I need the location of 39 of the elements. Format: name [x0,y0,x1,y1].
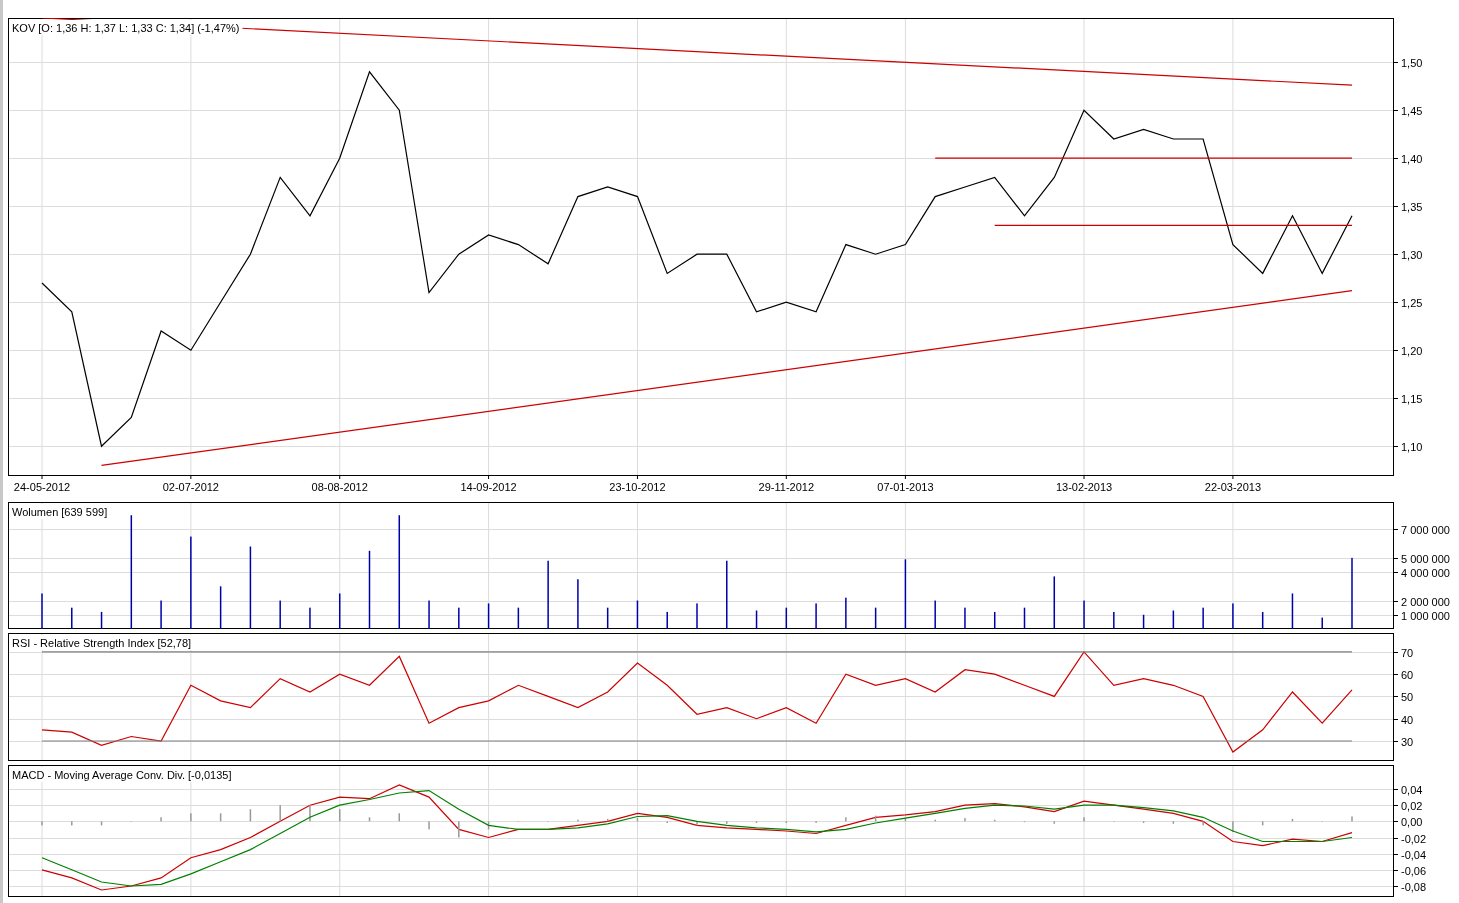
axis-label: 1,10 [1401,440,1423,453]
axis-label: 7 000 000 [1401,523,1450,536]
date-label: 08-08-2012 [311,481,368,493]
date-label: 24-05-2012 [13,481,71,493]
axis-label: 1,30 [1401,248,1423,261]
axis-label: 1,25 [1401,296,1423,309]
axis-label: -0,06 [1401,864,1427,877]
axis-label: 0,04 [1401,783,1423,796]
axis-label: 0,02 [1401,799,1423,812]
axis-label: -0,02 [1401,832,1427,845]
axis-label: 1,20 [1401,344,1423,357]
axis-label: -0,08 [1401,880,1427,893]
date-label: 13-02-2013 [1055,481,1113,493]
axis-label: 2 000 000 [1401,595,1450,608]
date-label: 22-03-2013 [1204,481,1262,493]
axis-label: 70 [1401,646,1414,659]
axis-label: 1,40 [1401,152,1423,165]
axis-label: 50 [1401,690,1414,703]
date-label: 23-10-2012 [609,481,666,493]
chart-title: KOV [O: 1,36 H: 1,37 L: 1,33 C: 1,34] (-1,47%) [12,22,240,34]
axis-label: 5 000 000 [1401,552,1450,565]
axis-label: 60 [1401,668,1414,681]
chart-title: Wolumen [639 599] [12,506,108,518]
axis-label: 30 [1401,735,1414,748]
axis-label: 1,35 [1401,200,1423,213]
axis-label: -0,04 [1401,848,1427,861]
axis-label: 4 000 000 [1401,566,1450,579]
axis-label: 1,15 [1401,392,1423,405]
date-label: 02-07-2012 [162,481,219,493]
date-label: 14-09-2012 [460,481,517,493]
axis-label: 1,50 [1401,56,1423,69]
date-label: 07-01-2013 [877,481,934,493]
date-label: 29-11-2012 [758,481,815,493]
axis-label: 1,45 [1401,104,1423,117]
chart-title: MACD - Moving Average Conv. Div. [-0,0135] [12,769,232,781]
axis-label: 1 000 000 [1401,609,1450,622]
chart-title: RSI - Relative Strength Index [52,78] [12,637,192,649]
axis-label: 0,00 [1401,815,1423,828]
axis-label: 40 [1401,713,1414,726]
